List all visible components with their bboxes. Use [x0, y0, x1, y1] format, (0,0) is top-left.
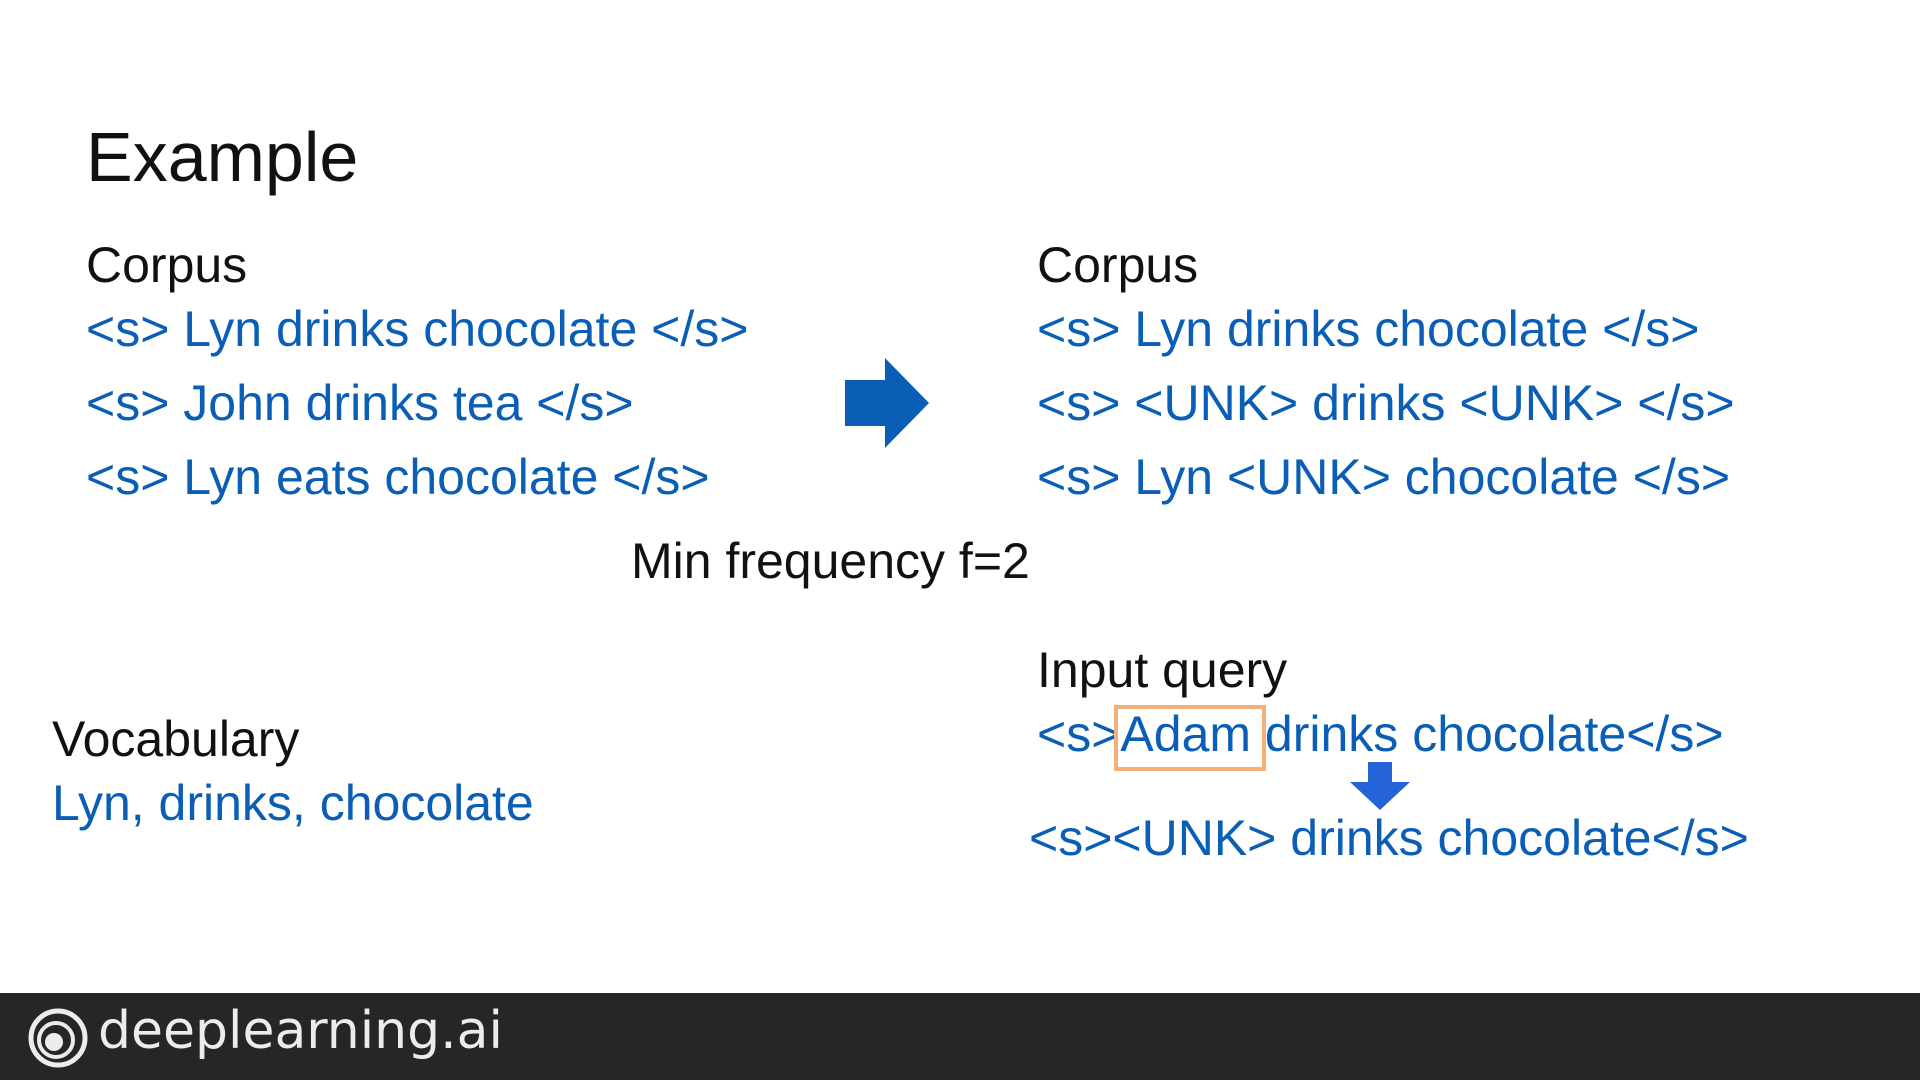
input-query-prefix: <s> — [1037, 706, 1121, 762]
deeplearning-logo-icon — [28, 1008, 88, 1068]
left-corpus-line-1: <s> Lyn drinks chocolate </s> — [86, 301, 749, 357]
right-corpus-line-3: <s> Lyn <UNK> chocolate </s> — [1037, 449, 1731, 505]
down-arrow-icon — [1350, 762, 1410, 810]
footer-bar: deeplearning.ai — [0, 993, 1920, 1080]
min-frequency-label: Min frequency f=2 — [631, 533, 1030, 589]
right-corpus-line-2: <s> <UNK> drinks <UNK> </s> — [1037, 375, 1735, 431]
left-corpus-line-2: <s> John drinks tea </s> — [86, 375, 634, 431]
right-corpus-heading: Corpus — [1037, 237, 1199, 293]
brand-name: deeplearning.ai — [98, 1001, 503, 1061]
input-query-heading: Input query — [1037, 642, 1288, 698]
input-query-result: <s><UNK> drinks chocolate</s> — [1029, 810, 1749, 866]
left-corpus-heading: Corpus — [86, 237, 248, 293]
vocabulary-words: Lyn, drinks, chocolate — [52, 775, 534, 831]
vocabulary-heading: Vocabulary — [52, 711, 300, 767]
right-arrow-icon — [845, 358, 929, 448]
left-corpus-line-3: <s> Lyn eats chocolate </s> — [86, 449, 710, 505]
input-query-suffix: drinks chocolate</s> — [1251, 706, 1724, 762]
highlight-box — [1114, 705, 1266, 771]
right-corpus-line-1: <s> Lyn drinks chocolate </s> — [1037, 301, 1700, 357]
slide-title: Example — [86, 118, 359, 196]
